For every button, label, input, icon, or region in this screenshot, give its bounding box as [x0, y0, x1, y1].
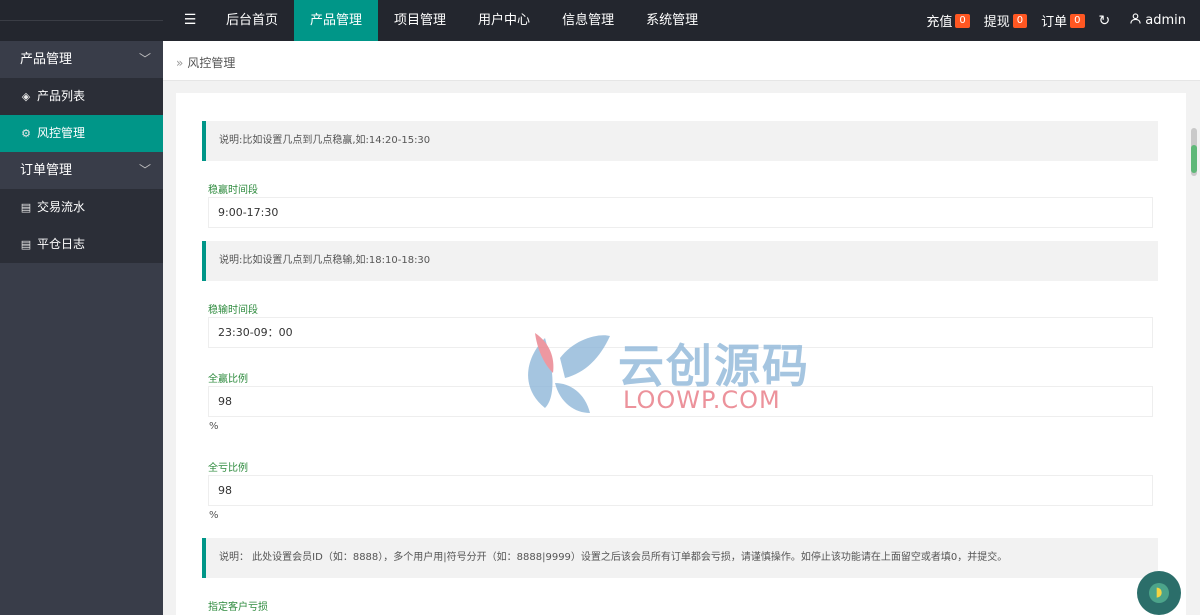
- scrollbar-position-marker: [1191, 145, 1197, 173]
- nav-product[interactable]: 产品管理: [294, 0, 379, 41]
- recharge-badge: 0: [955, 13, 970, 28]
- sidebar-group-order[interactable]: 订单管理 ﹀: [0, 152, 163, 189]
- tip-lose-period: 说明:比如设置几点到几点稳输,如:18:10-18:30: [202, 241, 1158, 281]
- breadcrumb-current: 风控管理: [187, 56, 236, 70]
- recharge-label: 充值: [926, 15, 953, 30]
- withdraw-link[interactable]: 提现 0: [983, 11, 1028, 30]
- clipboard-icon: ▤: [20, 238, 32, 251]
- lose-ratio-label: 全亏比例: [208, 463, 248, 474]
- sidebar-group-product[interactable]: 产品管理 ﹀: [0, 41, 163, 78]
- sidebar-item-label: 交易流水: [37, 200, 86, 214]
- chevron-down-icon: ﹀: [138, 52, 151, 66]
- sidebar-item-trade-flow[interactable]: ▤ 交易流水: [0, 189, 163, 226]
- sidebar-group-label: 订单管理: [20, 163, 73, 178]
- layers-icon: ◈: [21, 90, 31, 103]
- tip-specified-loss: 说明： 此处设置会员ID（如：8888），多个用户用|符号分开（如：8888|9…: [202, 538, 1158, 578]
- gear-icon: ⚙: [21, 127, 31, 140]
- refresh-icon[interactable]: ↻: [1099, 13, 1111, 29]
- main-nav: 后台首页 产品管理 项目管理 用户中心 信息管理 系统管理: [210, 0, 714, 41]
- clipboard-icon: ▤: [20, 201, 32, 214]
- lose-ratio-unit: %: [209, 510, 219, 521]
- chevron-down-icon: ﹀: [138, 163, 151, 177]
- lose-ratio-input[interactable]: 98: [208, 475, 1153, 506]
- order-label: 订单: [1041, 15, 1068, 30]
- nav-home[interactable]: 后台首页: [210, 0, 294, 41]
- audio-icon: ◗: [1149, 583, 1169, 603]
- specified-loss-label: 指定客户亏损: [208, 602, 268, 613]
- tip-win-period: 说明:比如设置几点到几点稳赢,如:14:20-15:30: [202, 121, 1158, 161]
- sidebar-item-label: 产品列表: [37, 89, 86, 103]
- win-ratio-label: 全赢比例: [208, 374, 248, 385]
- withdraw-label: 提现: [983, 15, 1010, 30]
- win-period-input[interactable]: 9:00-17:30: [208, 197, 1153, 228]
- top-bar: ☰ 后台首页 产品管理 项目管理 用户中心 信息管理 系统管理 充值 0 提现 …: [0, 0, 1200, 41]
- lose-period-label: 稳输时间段: [208, 305, 258, 316]
- nav-user-center[interactable]: 用户中心: [462, 0, 546, 41]
- logo-area: [0, 0, 163, 41]
- user-name: admin: [1145, 13, 1186, 28]
- watermark-logo-icon: [528, 333, 610, 413]
- sidebar-item-close-log[interactable]: ▤ 平仓日志: [0, 226, 163, 263]
- nav-project[interactable]: 项目管理: [378, 0, 462, 41]
- watermark-text-en: LOOWP.COM: [623, 386, 781, 414]
- user-icon: [1130, 13, 1141, 28]
- watermark: 云创源码 LOOWP.COM: [515, 328, 815, 418]
- sidebar-item-label: 平仓日志: [37, 237, 86, 251]
- order-link[interactable]: 订单 0: [1041, 11, 1085, 30]
- floating-audio-button[interactable]: ◗: [1137, 571, 1181, 615]
- order-badge: 0: [1070, 13, 1085, 28]
- sidebar-item-label: 风控管理: [37, 126, 86, 140]
- withdraw-badge: 0: [1012, 13, 1028, 28]
- sidebar: 产品管理 ﹀ ◈ 产品列表 ⚙ 风控管理 订单管理 ﹀ ▤ 交易流水 ▤ 平仓日…: [0, 41, 163, 615]
- menu-toggle-icon[interactable]: ☰: [170, 0, 210, 41]
- logo-divider: [0, 20, 163, 21]
- win-period-label: 稳赢时间段: [208, 185, 258, 196]
- sidebar-item-product-list[interactable]: ◈ 产品列表: [0, 78, 163, 115]
- right-nav: 充值 0 提现 0 订单 0 ↻ admin: [926, 0, 1200, 41]
- double-chevron-right-icon: »: [176, 55, 184, 70]
- breadcrumb: » 风控管理: [176, 54, 235, 71]
- sidebar-group-label: 产品管理: [20, 52, 73, 67]
- sidebar-item-risk-control[interactable]: ⚙ 风控管理: [0, 115, 163, 152]
- nav-system[interactable]: 系统管理: [630, 0, 714, 41]
- nav-info[interactable]: 信息管理: [546, 0, 630, 41]
- user-menu[interactable]: admin: [1130, 13, 1186, 28]
- win-ratio-unit: %: [209, 421, 219, 432]
- breadcrumb-bar: » 风控管理: [163, 41, 1200, 81]
- recharge-link[interactable]: 充值 0: [926, 11, 970, 30]
